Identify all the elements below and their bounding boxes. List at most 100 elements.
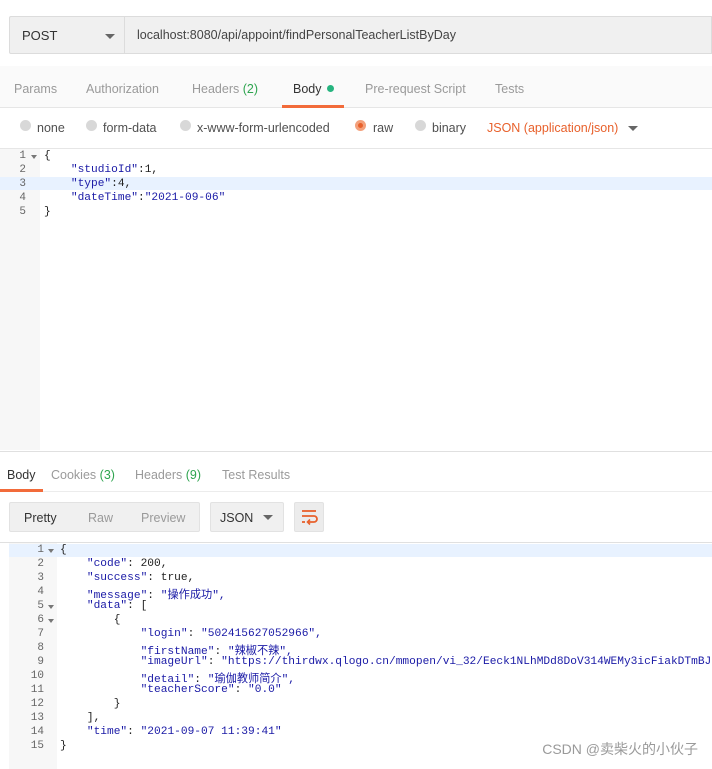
headers-count-badge: (2) bbox=[242, 82, 259, 96]
code-pre bbox=[60, 558, 87, 570]
code-key: "teacherScore" bbox=[140, 684, 235, 696]
code-pre: } bbox=[60, 740, 67, 752]
code-key: "success" bbox=[86, 572, 148, 584]
wrap-lines-button[interactable] bbox=[294, 502, 324, 532]
code-pre bbox=[60, 600, 87, 612]
response-tab-test-results[interactable]: Test Results bbox=[222, 468, 290, 482]
view-pretty-button[interactable]: Pretty bbox=[24, 511, 57, 525]
code-pre: { bbox=[60, 544, 67, 556]
code-val: 4, bbox=[117, 178, 132, 190]
response-tabs: Body Cookies (3) Headers (9) Test Result… bbox=[0, 451, 712, 492]
code-line: "time": "2021-09-07 11:39:41" bbox=[60, 726, 282, 738]
code-key: "studioId" bbox=[70, 164, 138, 176]
radio-form-data[interactable] bbox=[86, 120, 97, 131]
fold-arrow-icon[interactable] bbox=[48, 605, 54, 609]
radio-none-label: none bbox=[37, 121, 65, 135]
code-pre bbox=[60, 572, 87, 584]
line-number: 15 bbox=[30, 740, 44, 752]
code-line: } bbox=[44, 206, 51, 218]
radio-urlencoded[interactable] bbox=[180, 120, 191, 131]
line-number: 3 bbox=[37, 572, 44, 584]
code-pre bbox=[60, 726, 87, 738]
method-select[interactable]: POST bbox=[9, 16, 125, 54]
code-sep: : bbox=[207, 656, 222, 668]
line-number: 2 bbox=[19, 164, 26, 176]
code-key: "code" bbox=[86, 558, 128, 570]
code-pre bbox=[44, 164, 71, 176]
tab-prerequest-script[interactable]: Pre-request Script bbox=[365, 82, 466, 96]
line-number: 8 bbox=[37, 642, 44, 654]
response-tab-headers[interactable]: Headers (9) bbox=[135, 468, 201, 482]
modified-dot-icon bbox=[326, 85, 334, 92]
response-tab-cookies[interactable]: Cookies (3) bbox=[51, 468, 115, 482]
format-select[interactable]: JSON bbox=[210, 502, 284, 532]
radio-raw[interactable] bbox=[355, 120, 366, 131]
radio-none[interactable] bbox=[20, 120, 31, 131]
watermark: CSDN @卖柴火的小伙子 bbox=[542, 741, 698, 757]
line-number: 6 bbox=[37, 614, 44, 626]
code-sep: : bbox=[234, 684, 249, 696]
code-sep: : bbox=[147, 590, 161, 602]
code-line: { bbox=[60, 614, 121, 626]
code-val: "https://thirdwx.qlogo.cn/mmopen/vi_32/E… bbox=[221, 656, 712, 668]
code-val: 1, bbox=[144, 164, 159, 176]
code-key: "login" bbox=[140, 628, 188, 640]
line-number: 4 bbox=[19, 192, 26, 204]
radio-raw-label: raw bbox=[373, 121, 394, 135]
tab-authorization[interactable]: Authorization bbox=[86, 82, 159, 96]
tab-headers[interactable]: Headers (2) bbox=[192, 82, 258, 96]
tab-body[interactable]: Body bbox=[293, 82, 334, 96]
response-tab-headers-label: Headers bbox=[135, 468, 183, 482]
view-preview-button[interactable]: Preview bbox=[141, 511, 185, 525]
code-pre: } bbox=[44, 206, 51, 218]
code-sep: : bbox=[187, 628, 202, 640]
response-headers-count-badge: (9) bbox=[185, 468, 202, 482]
code-pre: { bbox=[60, 614, 121, 626]
code-sep: : bbox=[138, 164, 145, 176]
code-val: [ bbox=[140, 600, 148, 612]
radio-binary-label: binary bbox=[432, 121, 467, 135]
request-url-bar: POST localhost:8080/api/appoint/findPers… bbox=[0, 0, 712, 66]
url-input[interactable]: localhost:8080/api/appoint/findPersonalT… bbox=[125, 16, 712, 54]
code-val: "502415627052966", bbox=[201, 628, 322, 640]
request-body-editor[interactable]: 1{2 "studioId":1, 3 "type":4, 4 "dateTime"… bbox=[0, 149, 712, 450]
code-sep: : bbox=[127, 600, 141, 612]
response-body-viewer[interactable]: 1{2 "code": 200, 3 "success": true, 4 "mes… bbox=[0, 542, 712, 769]
fold-arrow-icon[interactable] bbox=[48, 549, 54, 553]
line-number: 7 bbox=[37, 628, 44, 640]
code-key: "dateTime" bbox=[70, 192, 138, 204]
fold-arrow-icon[interactable] bbox=[31, 155, 37, 159]
code-val: true, bbox=[160, 572, 195, 584]
content-type-select[interactable]: JSON (application/json) bbox=[487, 121, 618, 135]
code-pre: } bbox=[60, 698, 121, 710]
active-line-highlight bbox=[9, 544, 712, 557]
cookies-count-badge: (3) bbox=[99, 468, 115, 482]
line-number: 11 bbox=[30, 684, 44, 696]
code-line: "dateTime":"2021-09-06" bbox=[44, 192, 225, 204]
code-val: "0.0" bbox=[248, 684, 282, 696]
chevron-down-icon bbox=[263, 515, 273, 520]
code-sep: : bbox=[138, 192, 145, 204]
tab-tests[interactable]: Tests bbox=[495, 82, 524, 96]
code-sep: : bbox=[111, 178, 118, 190]
view-raw-button[interactable]: Raw bbox=[88, 511, 113, 525]
fold-arrow-icon[interactable] bbox=[48, 619, 54, 623]
code-val: "操作成功", bbox=[160, 590, 226, 602]
radio-binary[interactable] bbox=[415, 120, 426, 131]
line-number: 1 bbox=[19, 150, 26, 162]
response-tab-body[interactable]: Body bbox=[7, 468, 36, 482]
request-tabs: Params Authorization Headers (2) Body Pr… bbox=[0, 66, 712, 108]
line-number: 14 bbox=[30, 726, 44, 738]
chevron-down-icon bbox=[105, 34, 115, 39]
body-type-selector: none form-data x-www-form-urlencoded raw… bbox=[0, 108, 712, 149]
code-line: "data": [ bbox=[60, 600, 147, 612]
line-number: 12 bbox=[30, 698, 44, 710]
code-pre bbox=[60, 628, 141, 640]
line-number: 1 bbox=[37, 544, 44, 556]
code-pre bbox=[60, 656, 141, 668]
code-line: "type":4, bbox=[44, 178, 131, 190]
code-key: "data" bbox=[86, 600, 128, 612]
code-key: "type" bbox=[70, 178, 112, 190]
tab-params[interactable]: Params bbox=[14, 82, 57, 96]
url-text: localhost:8080/api/appoint/findPersonalT… bbox=[137, 28, 456, 42]
